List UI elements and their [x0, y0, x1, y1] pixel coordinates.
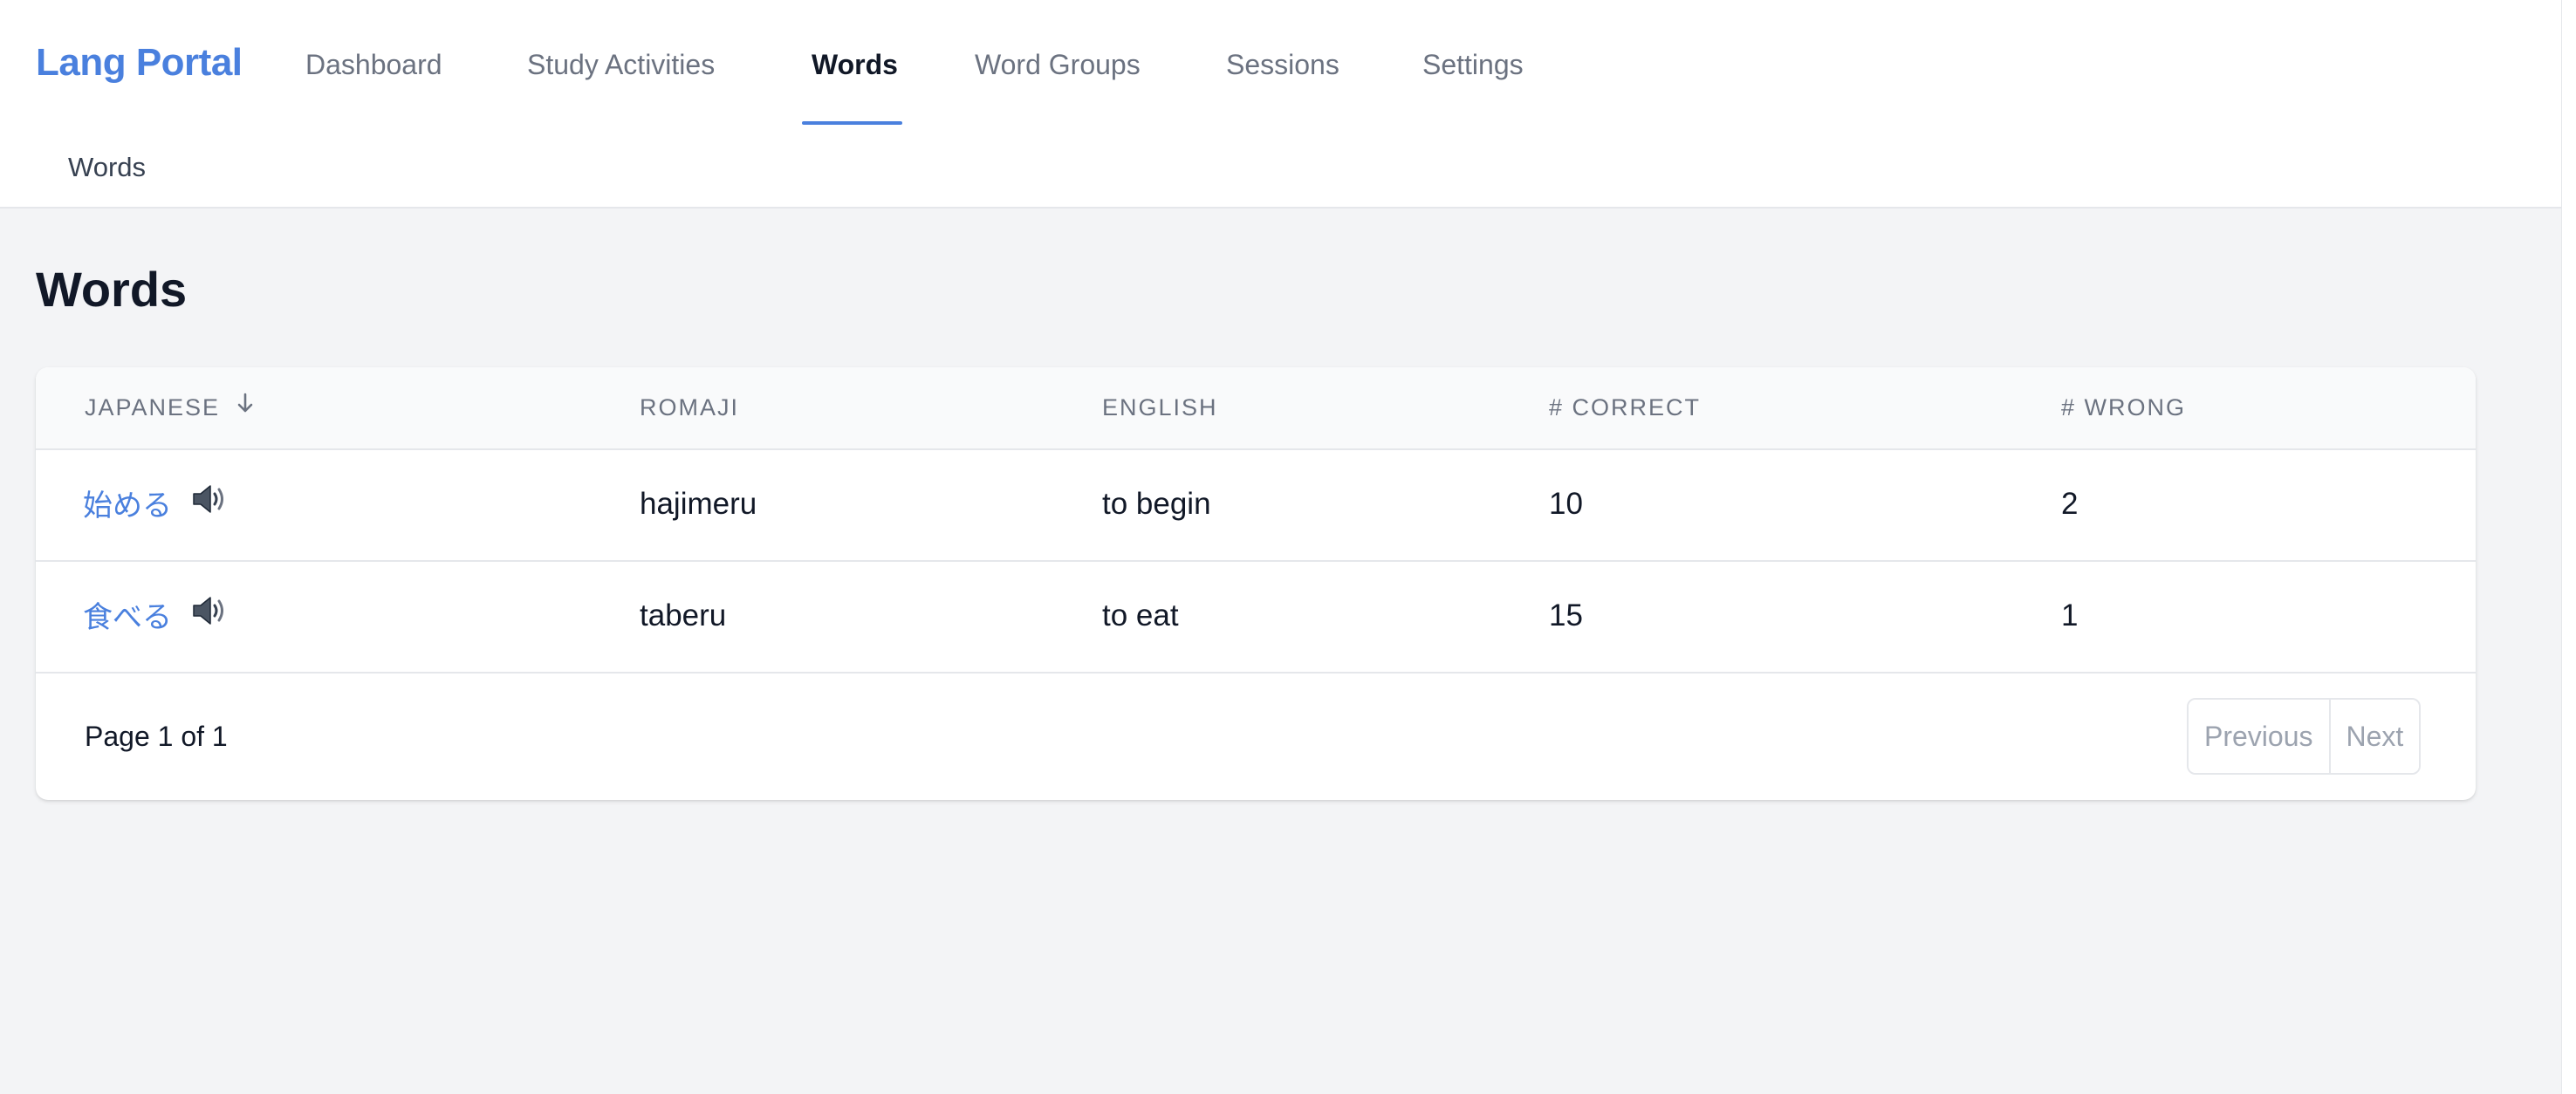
column-header-correct[interactable]: # CORRECT [1549, 392, 1701, 423]
column-header-wrong[interactable]: # WRONG [2061, 392, 2186, 423]
english-cell: to begin [1102, 487, 1211, 521]
japanese-cell: 始める [83, 485, 228, 530]
breadcrumb: Words [68, 152, 147, 182]
wrong-count-cell: 1 [2061, 598, 2079, 632]
table-row: 食べる taberu to eat 15 1 [36, 560, 2476, 673]
wrong-count-cell: 2 [2061, 487, 2079, 521]
nav-item-word-groups[interactable]: Word Groups [975, 47, 1141, 82]
pagination-status: Page 1 of 1 [85, 721, 228, 752]
top-header: Lang Portal Dashboard Study Activities W… [0, 0, 2562, 209]
vertical-scrollbar[interactable] [2561, 0, 2576, 1094]
nav-item-settings[interactable]: Settings [1422, 47, 1524, 82]
japanese-cell: 食べる [83, 597, 228, 641]
nav-item-sessions[interactable]: Sessions [1226, 47, 1339, 82]
correct-count-cell: 15 [1549, 598, 1583, 632]
next-page-button[interactable]: Next [2330, 700, 2420, 773]
page-title: Words [36, 262, 188, 317]
table-row: 始める hajimeru to begin 10 2 [36, 448, 2476, 562]
speaker-icon[interactable] [189, 482, 228, 526]
active-nav-indicator [802, 121, 902, 125]
english-cell: to eat [1102, 598, 1179, 632]
romaji-cell: hajimeru [640, 487, 757, 521]
words-table-card: JAPANESE ROMAJI ENGLISH # CORRECT # WRON… [36, 367, 2476, 800]
nav-item-dashboard[interactable]: Dashboard [305, 47, 442, 82]
arrow-down-icon [236, 391, 255, 422]
column-header-label: JAPANESE [85, 394, 221, 421]
column-header-japanese[interactable]: JAPANESE [85, 392, 255, 425]
column-header-english[interactable]: ENGLISH [1102, 392, 1218, 423]
nav-item-study-activities[interactable]: Study Activities [527, 47, 715, 82]
column-header-romaji[interactable]: ROMAJI [640, 392, 739, 423]
romaji-cell: taberu [640, 598, 727, 632]
nav-item-words[interactable]: Words [812, 47, 898, 82]
table-header: JAPANESE ROMAJI ENGLISH # CORRECT # WRON… [36, 367, 2476, 450]
word-link[interactable]: 食べる [83, 600, 172, 635]
speaker-icon[interactable] [189, 593, 228, 638]
brand-logo[interactable]: Lang Portal [36, 38, 243, 87]
pagination-controls: Previous Next [2187, 698, 2422, 775]
correct-count-cell: 10 [1549, 487, 1583, 521]
word-link[interactable]: 始める [83, 489, 172, 523]
previous-page-button[interactable]: Previous [2189, 700, 2331, 773]
